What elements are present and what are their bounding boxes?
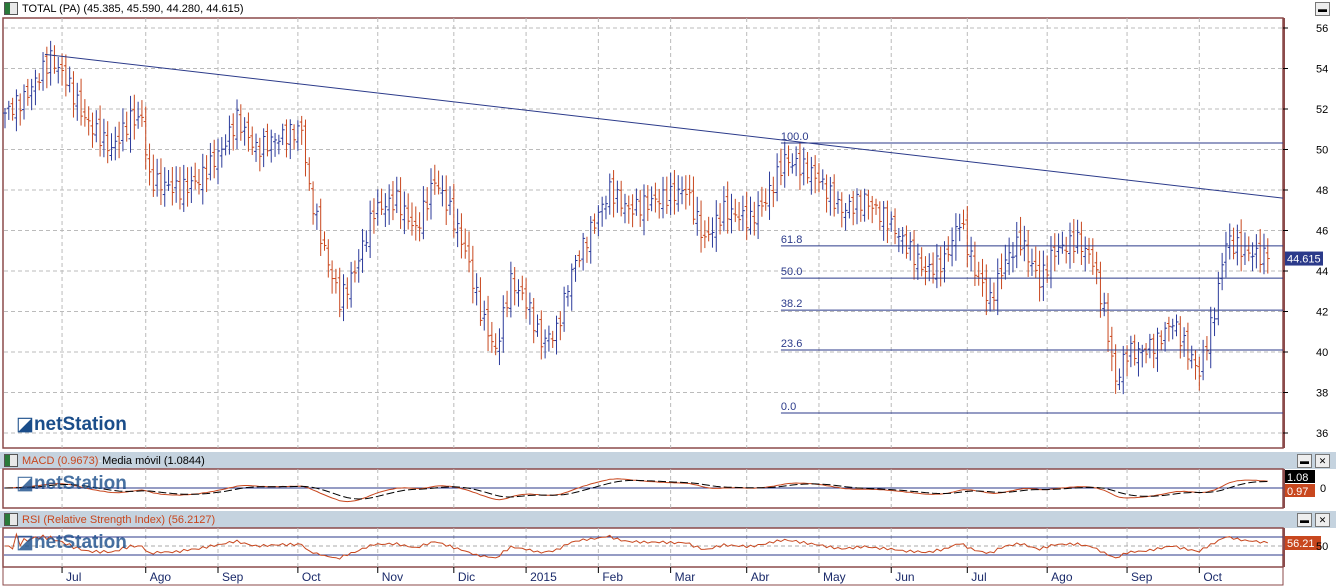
x-tick-label: Oct [302,570,321,584]
last-price-label: 44.615 [1287,254,1321,266]
logo-text: netStation [33,414,127,435]
fibonacci-label: 61.8 [781,234,802,246]
y-tick-label: 40 [1316,347,1328,359]
netstation-logo: ◪netStation [16,414,127,435]
y-tick-label: 50 [1316,145,1328,157]
x-tick-label: Jul [971,570,986,584]
y-tick-label: 52 [1316,104,1328,116]
rsi-mid-label: 50 [1316,541,1328,553]
netstation-logo: ◪netStation [16,473,127,494]
macd-value: 0.97 [1287,486,1308,498]
time-axis-frame [2,566,1284,586]
x-tick-label: Dic [458,570,475,584]
y-tick-label: 44 [1316,266,1328,278]
trendline [44,53,1284,199]
x-tick-label: Sep [222,570,244,584]
axis-border [1283,528,1285,567]
fibonacci-label: 100.0 [781,131,809,143]
axis-border [1283,469,1285,508]
x-tick-label: Abr [751,570,770,584]
x-tick-label: Jun [895,570,914,584]
x-tick-label: Mar [675,570,696,584]
x-tick-label: Jul [66,570,81,584]
y-tick-label: 54 [1316,64,1328,76]
x-tick-label: Ago [150,570,172,584]
macd-signal-line [5,479,1268,500]
panel-frame [2,527,1284,568]
fibonacci-label: 38.2 [781,298,802,310]
logo-text: netStation [33,473,127,494]
y-tick-label: 48 [1316,185,1328,197]
y-tick-label: 42 [1316,307,1328,319]
x-tick-label: Ago [1051,570,1073,584]
x-tick-label: Sep [1131,570,1153,584]
axis-border [1283,18,1285,448]
x-tick-label: Feb [602,570,623,584]
macd-zero-label: 0 [1320,483,1326,495]
netstation-logo: ◪netStation [16,532,127,553]
y-tick-label: 36 [1316,428,1328,440]
y-tick-label: 38 [1316,388,1328,400]
rsi-value: 56.21 [1287,538,1315,550]
logo-text: netStation [33,532,127,553]
macd-signal-value: 1.08 [1287,472,1308,484]
panel-frame [2,17,1284,449]
x-tick-label: Oct [1203,570,1222,584]
fibonacci-label: 23.6 [781,338,802,350]
fibonacci-label: 50.0 [781,266,802,278]
y-tick-label: 46 [1316,226,1328,238]
fibonacci-label: 0.0 [781,401,796,413]
y-tick-label: 56 [1316,23,1328,35]
price-chart[interactable]: 36 38 40 42 44 46 48 50 52 54 56 Jul Ago Sep Oct Nov Dic… [0,0,1336,586]
macd-line [4,478,1268,503]
x-tick-label: 2015 [530,570,557,584]
x-tick-label: May [823,570,846,584]
x-tick-label: Nov [382,570,403,584]
